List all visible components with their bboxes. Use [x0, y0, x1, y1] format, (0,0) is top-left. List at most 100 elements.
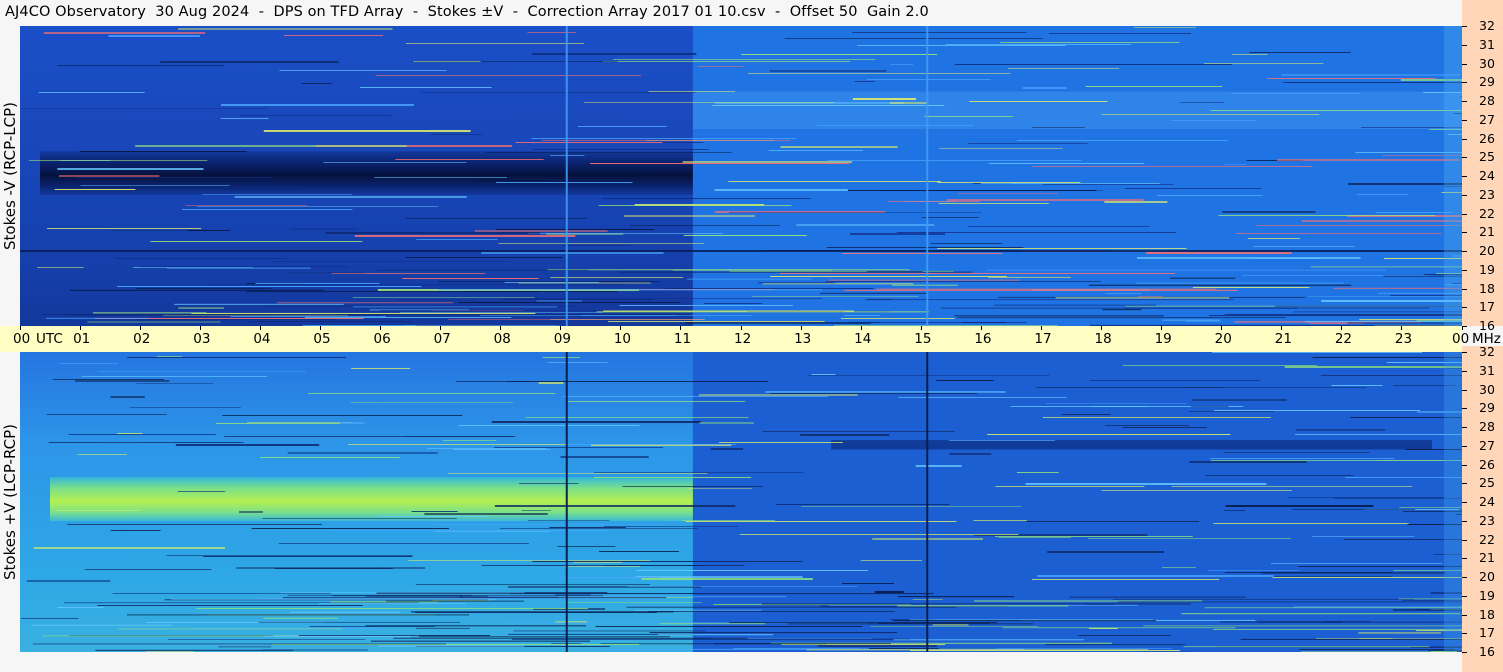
rfi-streak	[619, 305, 793, 306]
rfi-streak	[108, 35, 200, 37]
freq-tick-label: 16	[1479, 644, 1495, 659]
freq-tick-label: 27	[1479, 437, 1495, 453]
rfi-streak	[43, 32, 206, 34]
rfi-streak-low	[264, 305, 577, 307]
bottom-panel-y-label-container: Stokes +V (LCP-RCP)	[0, 352, 20, 652]
freq-tick-label: 18	[1479, 606, 1495, 622]
rfi-streak	[593, 477, 752, 478]
rfi-streak	[240, 115, 392, 116]
rfi-streak	[718, 442, 843, 443]
rfi-streak-low	[1117, 601, 1462, 603]
rfi-streak	[97, 605, 363, 606]
rfi-streak	[405, 257, 563, 258]
rfi-streak	[58, 175, 160, 177]
freq-tick-label: 21	[1479, 550, 1495, 566]
rfi-streak-low	[416, 627, 470, 629]
rfi-streak-low	[504, 281, 599, 283]
rfi-streak	[770, 276, 1007, 277]
rfi-streak	[56, 510, 141, 511]
rfi-streak	[1272, 577, 1462, 578]
rfi-streak-low	[986, 269, 1387, 271]
rfi-streak-low	[634, 609, 762, 611]
rfi-streak	[287, 452, 438, 454]
rfi-streak	[995, 536, 1193, 537]
rfi-streak	[969, 101, 1108, 102]
rfi-streak-low	[191, 312, 536, 314]
freq-tick-label: 23	[1479, 186, 1495, 202]
time-tick-mark	[920, 326, 922, 330]
rfi-streak	[800, 434, 890, 436]
rfi-streak-low	[32, 643, 446, 645]
time-tick-label: 00	[1452, 331, 1470, 347]
time-tick-label: 17	[1034, 331, 1052, 347]
rfi-streak	[866, 79, 991, 80]
rfi-streak	[1320, 375, 1462, 376]
rfi-streak-low	[555, 621, 588, 623]
rfi-streak	[583, 102, 834, 103]
rfi-streak-low	[276, 302, 453, 304]
freq-tick-mark	[1462, 652, 1467, 653]
rfi-streak	[220, 118, 269, 119]
rfi-streak	[495, 229, 655, 230]
rfi-streak	[498, 243, 704, 244]
freq-tick-mark	[1462, 427, 1467, 428]
rfi-streak	[1288, 497, 1445, 498]
rfi-streak	[1292, 509, 1416, 510]
rfi-streak	[577, 126, 667, 127]
rfi-streak	[1180, 102, 1224, 103]
rfi-streak	[648, 91, 736, 92]
rfi-streak	[375, 75, 642, 76]
rfi-streak	[898, 397, 1067, 398]
rfi-streak	[181, 209, 353, 210]
rfi-streak	[641, 578, 813, 580]
vertical-line	[926, 26, 929, 326]
rfi-streak	[1270, 563, 1443, 564]
rfi-streak	[1308, 296, 1462, 297]
rfi-streak	[521, 510, 551, 511]
freq-tick-label: 29	[1479, 74, 1495, 90]
time-tick-mark	[620, 326, 622, 330]
rfi-streak-low	[865, 299, 1234, 301]
rfi-streak	[568, 401, 746, 402]
rfi-streak	[752, 296, 919, 297]
rfi-streak	[527, 520, 610, 521]
rfi-streak	[222, 415, 463, 416]
rfi-streak-low	[1293, 311, 1462, 313]
rfi-streak	[629, 225, 780, 226]
rfi-streak	[1000, 42, 1180, 43]
rfi-streak	[1294, 434, 1462, 435]
rfi-streak-low	[826, 280, 1101, 282]
rfi-streak	[424, 513, 548, 515]
freq-tick-mark	[1462, 138, 1467, 140]
freq-tick-label: 31	[1479, 36, 1495, 52]
rfi-streak	[602, 61, 851, 62]
rfi-streak	[1031, 127, 1085, 128]
rfi-streak	[874, 591, 904, 593]
rfi-streak	[263, 130, 471, 132]
rfi-streak	[1048, 33, 1191, 34]
time-tick-mark	[740, 326, 742, 330]
rfi-streak-low	[393, 637, 748, 639]
rfi-streak	[478, 180, 549, 181]
rfi-streak	[202, 194, 353, 195]
rfi-streak	[501, 299, 653, 300]
rfi-streak	[1042, 417, 1271, 418]
spectrogram-bottom-svg	[20, 352, 1462, 652]
rfi-streak	[506, 381, 769, 382]
freq-tick-label: 32	[1479, 18, 1495, 33]
rfi-streak	[1162, 567, 1196, 568]
rfi-streak	[247, 422, 354, 423]
rfi-streak	[683, 235, 807, 236]
freq-tick-mark	[1462, 82, 1467, 84]
time-tick-label: 16	[974, 331, 992, 347]
freq-tick-label: 31	[1479, 362, 1495, 378]
time-tick-label: 20	[1214, 331, 1232, 347]
rfi-streak-low	[844, 289, 1238, 291]
rfi-streak	[156, 356, 182, 357]
freq-tick-mark	[1462, 213, 1467, 215]
bottom-panel-label: Stokes +V (LCP-RCP)	[1, 424, 19, 580]
rfi-streak	[525, 417, 749, 418]
rfi-streak	[84, 569, 212, 570]
rfi-streak	[339, 422, 365, 424]
time-tick-mark	[1401, 326, 1403, 330]
